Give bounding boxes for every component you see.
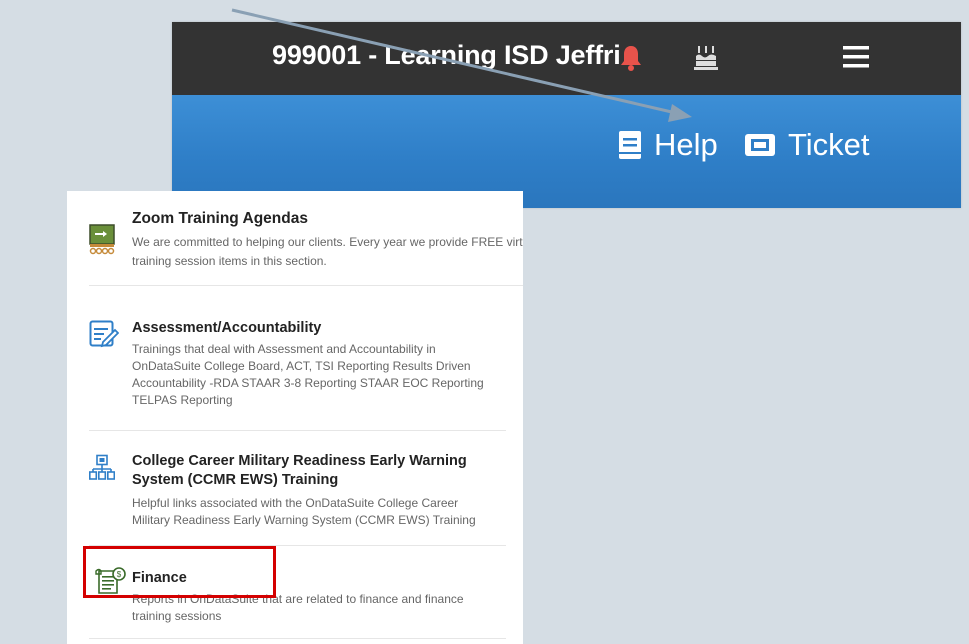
item-title[interactable]: College Career Military Readiness Early …: [132, 452, 467, 471]
help-link[interactable]: Help: [618, 125, 718, 165]
ticket-label: Ticket: [788, 127, 870, 162]
bell-icon[interactable]: [619, 44, 643, 77]
item-desc-line: training session items in this section.: [132, 254, 327, 268]
help-label: Help: [654, 127, 718, 162]
item-title[interactable]: Zoom Training Agendas: [132, 209, 308, 228]
item-desc-line: Helpful links associated with the OnData…: [132, 496, 459, 510]
book-icon: [619, 131, 641, 159]
edit-document-icon: [89, 320, 120, 353]
ticket-icon: [745, 134, 775, 156]
top-navbar: 999001 - Learning ISD Jeffri: [172, 22, 961, 95]
item-desc-line: Accountability -RDA STAAR 3-8 Reporting …: [132, 376, 484, 390]
item-desc-line: Trainings that deal with Assessment and …: [132, 342, 436, 356]
item-title[interactable]: Assessment/Accountability: [132, 319, 321, 338]
divider: [89, 285, 523, 286]
birthday-cake-icon[interactable]: [694, 44, 718, 77]
item-desc-line: We are committed to helping our clients.…: [132, 235, 523, 249]
hamburger-menu-icon[interactable]: [843, 46, 869, 73]
divider: [89, 638, 506, 639]
item-desc-line: TELPAS Reporting: [132, 393, 233, 407]
item-desc-line: training sessions: [132, 609, 222, 623]
finance-highlight-box: [83, 546, 276, 598]
header-screenshot: 999001 - Learning ISD Jeffri Help Ticket: [172, 22, 961, 208]
chalkboard-icon: [89, 224, 115, 261]
item-desc-line: Military Readiness Early Warning System …: [132, 513, 476, 527]
divider: [89, 430, 506, 431]
moon-icon[interactable]: [773, 44, 793, 77]
org-chart-icon: [89, 454, 116, 487]
ticket-link[interactable]: Ticket: [744, 125, 870, 165]
organization-name[interactable]: 999001 - Learning ISD Jeffri: [272, 40, 621, 71]
item-desc-line: OnDataSuite College Board, ACT, TSI Repo…: [132, 359, 471, 373]
item-title[interactable]: System (CCMR EWS) Training: [132, 471, 338, 490]
